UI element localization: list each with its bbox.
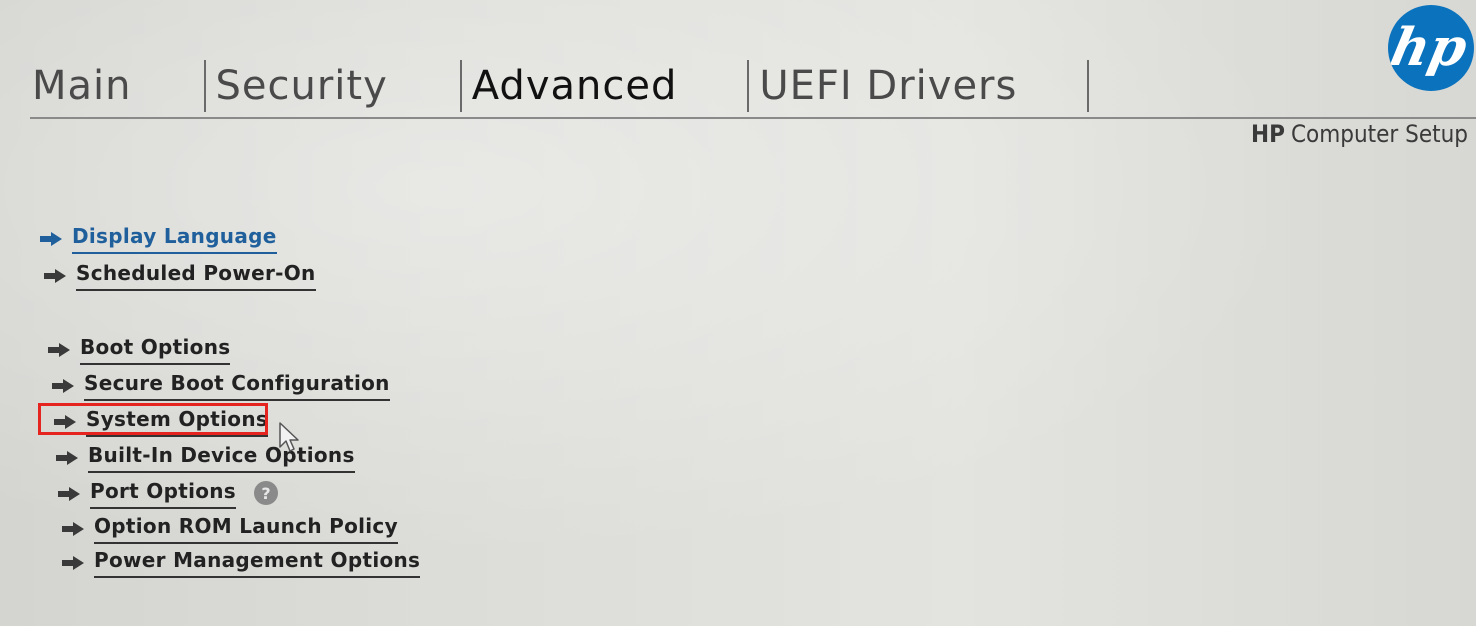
app-title: HP Computer Setup <box>1251 120 1468 148</box>
tab-bar: Main Security Advanced UEFI Drivers <box>32 58 1099 114</box>
header-divider <box>30 117 1476 119</box>
hp-logo-text: hp <box>1388 18 1473 78</box>
arrow-right-icon <box>62 522 84 536</box>
arrow-right-icon <box>58 487 80 501</box>
menu-item-system-options[interactable]: System Options <box>54 407 269 437</box>
tab-advanced[interactable]: Advanced <box>472 63 678 109</box>
hp-logo-mark: hp <box>1388 18 1473 78</box>
menu-item-label: Display Language <box>72 224 277 254</box>
arrow-right-icon <box>44 269 66 283</box>
tab-divider <box>1087 60 1090 112</box>
menu-item-built-in-device-options[interactable]: Built-In Device Options <box>56 443 355 473</box>
arrow-right-icon <box>52 379 74 393</box>
tab-main[interactable]: Main <box>32 63 132 109</box>
menu-item-label: Power Management Options <box>94 548 421 578</box>
app-title-text: Computer Setup <box>1290 120 1468 148</box>
mouse-pointer-icon <box>279 422 299 452</box>
menu-item-power-management-options[interactable]: Power Management Options <box>62 548 421 578</box>
menu-item-boot-options[interactable]: Boot Options <box>48 335 231 365</box>
menu-item-display-language[interactable]: Display Language <box>40 224 277 254</box>
tab-divider <box>459 60 462 112</box>
menu-item-label: Built-In Device Options <box>88 443 355 473</box>
tab-security[interactable]: Security <box>216 63 388 109</box>
arrow-right-icon <box>40 232 62 246</box>
menu-item-label: Port Options <box>90 479 237 509</box>
menu-item-scheduled-power-on[interactable]: Scheduled Power-On <box>44 261 316 291</box>
menu-item-option-rom-launch-policy[interactable]: Option ROM Launch Policy <box>62 514 398 544</box>
menu-item-label: System Options <box>86 407 269 437</box>
arrow-right-icon <box>54 415 76 429</box>
menu-item-label: Scheduled Power-On <box>76 261 316 291</box>
arrow-right-icon <box>62 556 84 570</box>
tab-divider <box>747 60 750 112</box>
help-icon[interactable]: ? <box>254 481 279 505</box>
menu-item-label: Boot Options <box>80 335 231 365</box>
hp-logo: hp <box>1388 5 1474 91</box>
tab-divider <box>203 60 206 112</box>
menu-item-secure-boot-configuration[interactable]: Secure Boot Configuration <box>52 371 390 401</box>
arrow-right-icon <box>48 343 70 357</box>
menu-item-label: Secure Boot Configuration <box>84 371 390 401</box>
app-title-brand: HP <box>1251 120 1285 148</box>
menu-item-label: Option ROM Launch Policy <box>94 514 398 544</box>
menu-item-port-options[interactable]: Port Options ? <box>58 479 279 509</box>
tab-uefi-drivers[interactable]: UEFI Drivers <box>759 63 1017 109</box>
arrow-right-icon <box>56 451 78 465</box>
